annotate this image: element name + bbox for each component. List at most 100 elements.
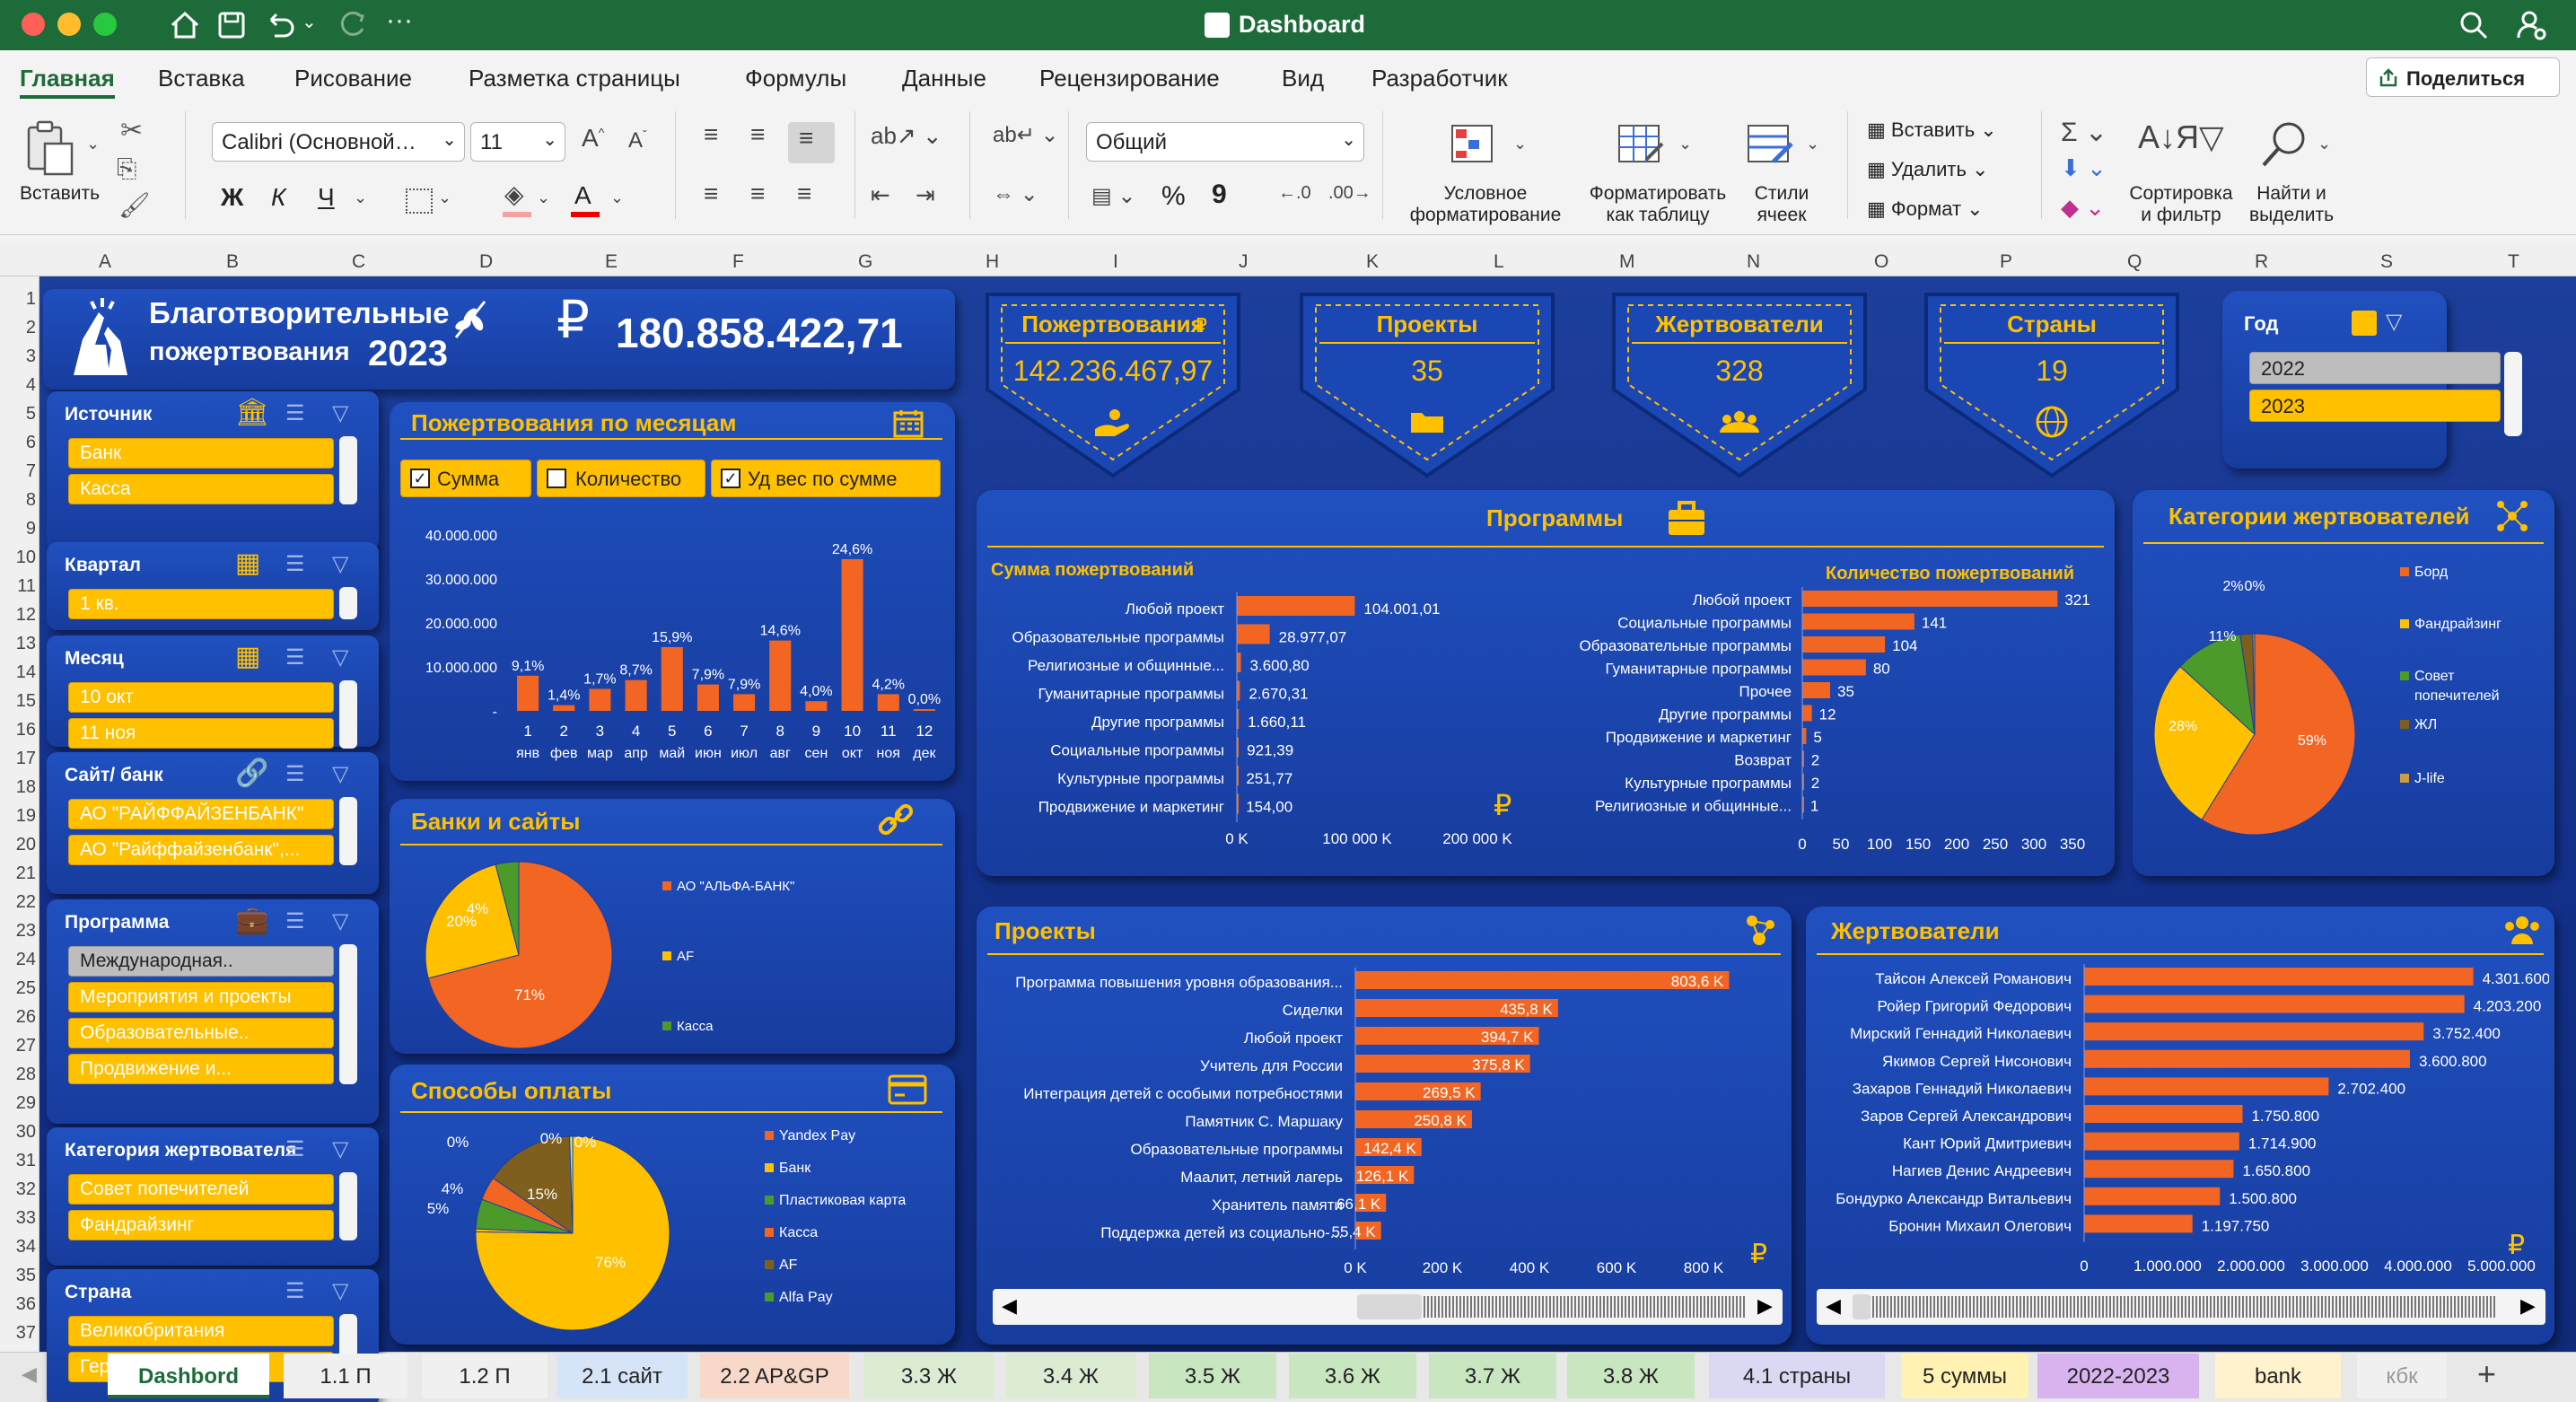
scroll-left-icon[interactable]: ◀ — [1826, 1294, 1841, 1318]
row-header[interactable]: 29 — [4, 1093, 36, 1114]
scroll-thumb[interactable] — [1853, 1294, 1871, 1319]
column-header[interactable]: R — [2255, 251, 2268, 273]
row-header[interactable]: 12 — [4, 605, 36, 626]
year-slicer-item[interactable]: 2023 — [2249, 390, 2501, 422]
column-header[interactable]: I — [1113, 251, 1118, 273]
column-header[interactable]: S — [2380, 251, 2393, 273]
borders-icon[interactable] — [406, 188, 433, 214]
italic-button[interactable]: К — [271, 183, 286, 212]
projects-scrollbar[interactable]: ◀ ▶ — [993, 1289, 1783, 1325]
multi-select-icon[interactable]: ☰ — [285, 400, 305, 426]
sheet-tab[interactable]: 2022-2023 — [2037, 1354, 2199, 1398]
decrease-font-icon[interactable]: Aˇ — [628, 127, 647, 153]
home-icon[interactable] — [167, 7, 203, 43]
decrease-indent-icon[interactable]: ⇤ — [871, 181, 890, 209]
account-settings-icon[interactable] — [2513, 7, 2549, 43]
tab-home[interactable]: Главная — [20, 65, 115, 92]
checkbox-weight[interactable]: ✓ Уд вес по сумме — [711, 460, 941, 497]
column-header[interactable]: T — [2508, 251, 2519, 273]
font-color-dropdown-icon[interactable]: ⌄ — [610, 188, 624, 207]
column-header[interactable]: F — [732, 251, 744, 273]
row-header[interactable]: 11 — [4, 576, 36, 597]
slicer-item[interactable]: АО "РАЙФФАЙЗЕНБАНК" — [68, 799, 334, 829]
underline-button[interactable]: Ч — [318, 183, 335, 212]
slicer-scrollbar[interactable] — [339, 1172, 357, 1240]
row-header[interactable]: 18 — [4, 777, 36, 798]
save-icon[interactable] — [214, 7, 250, 43]
increase-indent-icon[interactable]: ⇥ — [916, 181, 935, 209]
sheet-tab[interactable]: bank — [2215, 1354, 2341, 1398]
row-header[interactable]: 16 — [4, 720, 36, 740]
scroll-right-icon[interactable]: ▶ — [1757, 1294, 1773, 1318]
slicer-scrollbar[interactable] — [339, 797, 357, 865]
multi-select-icon[interactable]: ☰ — [285, 551, 305, 577]
row-header[interactable]: 32 — [4, 1179, 36, 1200]
sort-filter-icon[interactable]: A↓Я▽ — [2138, 118, 2224, 156]
sheet-tab[interactable]: 3.4 Ж — [1005, 1354, 1136, 1398]
merge-cells-icon[interactable]: ⇔ ⌄ — [993, 181, 1038, 207]
clear-filter-icon[interactable]: ▽ — [2386, 309, 2402, 335]
sheet-tab[interactable]: 2.2 AP&GP — [700, 1354, 849, 1398]
tab-page-layout[interactable]: Разметка страницы — [469, 65, 680, 92]
row-header[interactable]: 20 — [4, 835, 36, 855]
scroll-left-icon[interactable]: ◀ — [1002, 1294, 1017, 1318]
sheet-tab[interactable]: 1.2 П — [422, 1354, 548, 1398]
zoom-window-button[interactable] — [93, 13, 117, 36]
multi-select-icon[interactable]: ☰ — [285, 908, 305, 934]
clear-filter-icon[interactable]: ▽ — [332, 761, 348, 787]
conditional-formatting-icon[interactable] — [1449, 120, 1501, 172]
slicer-item[interactable]: Банк — [68, 438, 334, 469]
delete-cells-button[interactable]: ▦ Удалить ⌄ — [1867, 158, 1988, 181]
row-header[interactable]: 25 — [4, 978, 36, 999]
orientation-icon[interactable]: ab↗ ⌄ — [871, 122, 942, 150]
column-header[interactable]: P — [2000, 251, 2012, 273]
row-header[interactable]: 36 — [4, 1294, 36, 1315]
chevron-down-icon[interactable]: ⌄ — [1806, 135, 1819, 153]
row-header[interactable]: 6 — [4, 433, 36, 453]
font-name-combo[interactable]: Calibri (Основной… ⌄ — [212, 122, 465, 162]
row-header[interactable]: 24 — [4, 950, 36, 970]
close-window-button[interactable] — [22, 13, 45, 36]
row-header[interactable]: 23 — [4, 921, 36, 942]
bold-button[interactable]: Ж — [221, 183, 243, 212]
slicer-scrollbar[interactable] — [339, 944, 357, 1084]
increase-font-icon[interactable]: A^ — [582, 124, 604, 153]
wrap-text-icon[interactable]: ab↵ ⌄ — [993, 122, 1059, 148]
tab-review[interactable]: Рецензирование — [1039, 65, 1220, 92]
row-header[interactable]: 2 — [4, 318, 36, 338]
slicer-item[interactable]: 1 кв. — [68, 589, 334, 619]
row-header[interactable]: 27 — [4, 1036, 36, 1056]
row-header[interactable]: 31 — [4, 1151, 36, 1171]
tab-draw[interactable]: Рисование — [294, 65, 412, 92]
year-slicer-item[interactable]: 2022 — [2249, 352, 2501, 384]
clear-filter-icon[interactable]: ▽ — [332, 1136, 348, 1162]
share-button[interactable]: Поделиться — [2366, 57, 2560, 97]
tab-data[interactable]: Данные — [902, 65, 986, 92]
row-header[interactable]: 28 — [4, 1065, 36, 1085]
chevron-down-icon[interactable]: ⌄ — [1513, 135, 1527, 153]
undo-icon[interactable] — [262, 7, 298, 43]
slicer-item[interactable]: 10 окт — [68, 682, 334, 713]
number-format-combo[interactable]: Общий ⌄ — [1086, 122, 1364, 162]
sheet-tab[interactable]: 1.1 П — [284, 1354, 407, 1398]
sheet-tab[interactable]: 3.7 Ж — [1429, 1354, 1556, 1398]
clear-icon[interactable]: ◆ ⌄ — [2061, 194, 2105, 222]
align-center-icon[interactable]: ≡ — [750, 180, 765, 208]
column-header[interactable]: M — [1619, 251, 1635, 273]
column-header[interactable]: G — [858, 251, 872, 273]
sheet-tab[interactable]: 3.5 Ж — [1149, 1354, 1276, 1398]
slicer-item[interactable]: Касса — [68, 474, 334, 504]
multi-select-icon[interactable]: ☰ — [285, 1136, 305, 1162]
prev-sheet-icon[interactable]: ◀ — [22, 1363, 37, 1386]
fill-icon[interactable]: ⬇ ⌄ — [2061, 154, 2107, 182]
year-slicer-scrollbar[interactable] — [2504, 352, 2522, 436]
slicer-scrollbar[interactable] — [339, 436, 357, 504]
slicer-item[interactable]: Образовательные.. — [68, 1018, 334, 1048]
scroll-right-icon[interactable]: ▶ — [2520, 1294, 2536, 1318]
slicer-item[interactable]: Совет попечителей — [68, 1174, 334, 1205]
format-painter-icon[interactable]: 🖌 — [118, 190, 151, 220]
sheet-tab[interactable]: 5 суммы — [1901, 1354, 2028, 1398]
borders-dropdown-icon[interactable]: ⌄ — [438, 188, 451, 207]
clear-filter-icon[interactable]: ▽ — [332, 400, 348, 426]
row-header[interactable]: 17 — [4, 749, 36, 769]
